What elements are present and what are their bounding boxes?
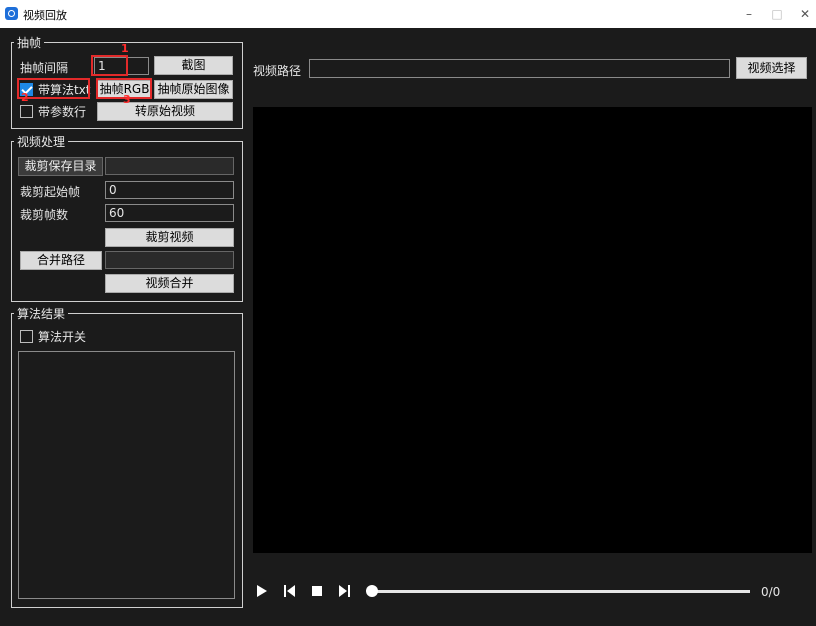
app-icon — [5, 7, 18, 20]
video-select-button[interactable]: 视频选择 — [736, 57, 807, 79]
merge-path-button[interactable]: 合并路径 — [20, 251, 102, 270]
maximize-button[interactable]: □ — [762, 4, 792, 24]
algo-switch-checkbox[interactable] — [20, 330, 33, 343]
params-row-checkbox[interactable] — [20, 105, 33, 118]
next-frame-icon[interactable] — [338, 585, 350, 597]
crop-start-label: 裁剪起始帧 — [20, 185, 81, 199]
results-group-title: 算法结果 — [14, 305, 69, 322]
minimize-button[interactable]: – — [734, 4, 764, 24]
crop-save-dir-input[interactable] — [105, 157, 234, 175]
video-path-label: 视频路径 — [253, 64, 302, 78]
merge-path-input[interactable] — [105, 251, 234, 269]
crop-start-input[interactable]: 0 — [105, 181, 234, 199]
to-raw-video-button[interactable]: 转原始视频 — [97, 102, 233, 121]
processing-group-title: 视频处理 — [14, 133, 69, 150]
video-path-input[interactable] — [309, 59, 730, 78]
annotation-number-2: 2 — [21, 91, 29, 104]
extract-group-title: 抽帧 — [14, 34, 45, 51]
annotation-number-1: 1 — [121, 42, 129, 55]
algo-switch-label: 算法开关 — [38, 330, 87, 344]
crop-video-button[interactable]: 裁剪视频 — [105, 228, 234, 247]
stop-icon[interactable] — [312, 586, 322, 596]
play-icon[interactable] — [256, 585, 268, 597]
time-display: 0/0 — [761, 585, 781, 599]
progress-slider-track[interactable] — [373, 590, 750, 593]
crop-frames-label: 裁剪帧数 — [20, 208, 69, 222]
crop-save-dir-button[interactable]: 裁剪保存目录 — [18, 157, 103, 176]
video-display[interactable] — [253, 107, 812, 553]
interval-label: 抽帧间隔 — [20, 61, 69, 75]
crop-frames-input[interactable]: 60 — [105, 204, 234, 222]
annotation-number-3: 3 — [123, 93, 131, 106]
algo-result-list[interactable] — [18, 351, 235, 599]
title-bar: 视频回放 – □ ✕ — [0, 0, 816, 28]
window-title: 视频回放 — [23, 9, 67, 22]
annotation-box-1 — [91, 55, 128, 76]
screenshot-button[interactable]: 截图 — [154, 56, 233, 75]
params-row-label: 带参数行 — [38, 105, 87, 119]
close-button[interactable]: ✕ — [790, 4, 816, 24]
progress-slider-handle[interactable] — [366, 585, 378, 597]
prev-frame-icon[interactable] — [284, 585, 296, 597]
merge-video-button[interactable]: 视频合并 — [105, 274, 234, 293]
extract-raw-image-button[interactable]: 抽帧原始图像 — [154, 80, 233, 99]
